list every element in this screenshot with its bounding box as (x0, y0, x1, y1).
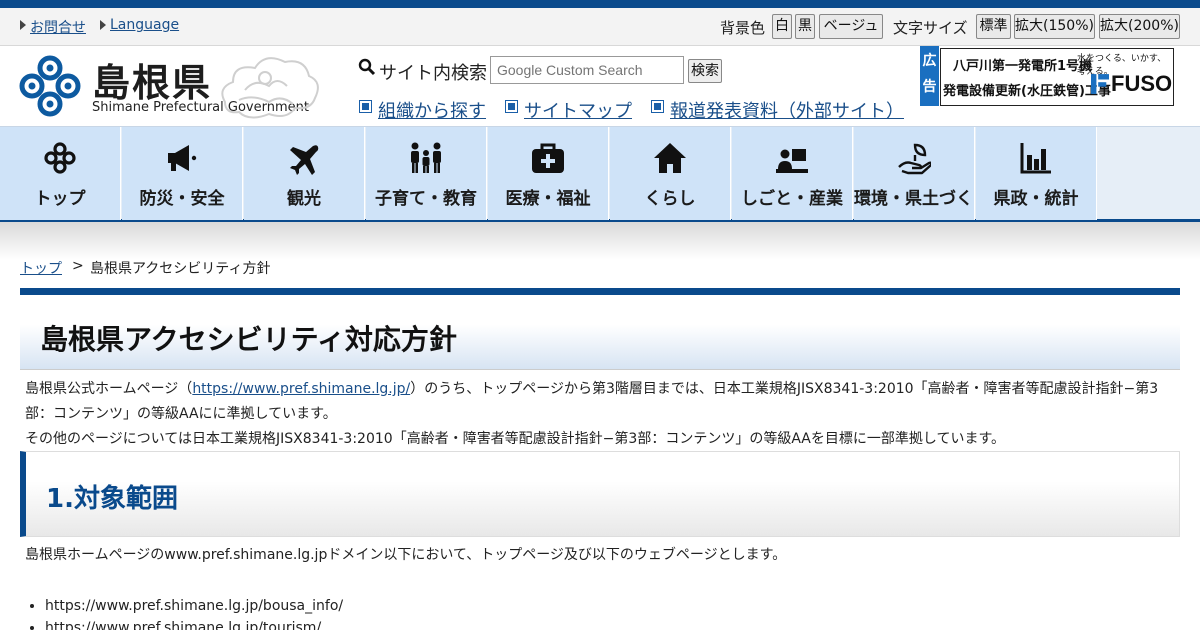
ad-tag-text: 広告 (922, 53, 937, 95)
list-item: https://www.pref.shimane.lg.jp/tourism/ (45, 617, 1145, 630)
font-200-button[interactable]: 拡大(200%) (1099, 14, 1180, 39)
site-logo-title[interactable]: 島根県 (92, 52, 212, 107)
language-link[interactable]: Language (100, 17, 179, 33)
bg-black-button[interactable]: 黒 (795, 14, 815, 39)
bg-beige-button[interactable]: ベージュ (819, 14, 883, 39)
ad-tag: 広告 (920, 46, 939, 106)
organization-search-link[interactable]: 組織から探す (359, 97, 486, 123)
family-icon (411, 142, 441, 173)
megaphone-icon (168, 145, 197, 171)
nav-item-childcare[interactable]: 子育て・教育 (366, 127, 487, 220)
breadcrumb-top-link[interactable]: トップ (20, 258, 62, 278)
nav-label: 観光 (287, 189, 321, 209)
bar-chart-icon (1020, 143, 1051, 174)
font-150-button[interactable]: 拡大(150%) (1014, 14, 1095, 39)
font-standard-button[interactable]: 標準 (976, 14, 1011, 39)
fuso-logo-icon (1091, 74, 1109, 94)
search-icon (358, 58, 376, 76)
background-color-label: 背景色 (720, 19, 766, 37)
nav-item-medical[interactable]: 医療・福祉 (488, 127, 609, 220)
ad-line2: 発電設備更新(水圧鉄管)工事 (943, 84, 1111, 99)
nav-label: 環境・県土づくり (854, 189, 990, 209)
scope-paragraph: 島根県ホームページのwww.pref.shimane.lg.jpドメイン以下にお… (25, 547, 787, 563)
font-size-label: 文字サイズ (893, 19, 968, 37)
scope-url-list: https://www.pref.shimane.lg.jp/bousa_inf… (45, 595, 1145, 630)
nav-label: トップ (34, 189, 86, 209)
homepage-url-link[interactable]: https://www.pref.shimane.lg.jp/ (192, 381, 410, 397)
intro-paragraph: 島根県公式ホームページ（https://www.pref.shimane.lg.… (25, 377, 1180, 427)
medical-bag-icon (532, 143, 564, 173)
hand-leaf-icon (898, 143, 931, 175)
press-release-link[interactable]: 報道発表資料（外部サイト） (651, 97, 904, 123)
section-heading-scope: 1.対象範囲 (46, 484, 178, 514)
header-shadow-band (0, 222, 1200, 260)
global-navigation: トップ 防災・安全 観光 子育て・教育 医療・福祉 くらし しごと・産業 環境・… (0, 126, 1200, 222)
house-icon (654, 143, 686, 173)
contact-link[interactable]: お問合せ (20, 17, 86, 37)
airplane-icon (290, 145, 319, 175)
site-search-input[interactable] (490, 56, 684, 84)
site-header: 島根県 Shimane Prefectural Government サイト内検… (0, 46, 1200, 126)
utility-bar: お問合せ Language 背景色 白 黒 ベージュ 文字サイズ 標準 拡大(1… (0, 8, 1200, 46)
prefecture-emblem-icon[interactable] (18, 54, 82, 118)
nav-label: 子育て・教育 (375, 189, 477, 209)
ad-banner[interactable]: 八戸川第一発電所1号機 水をつくる、いかす、考える。 発電設備更新(水圧鉄管)工… (940, 48, 1174, 106)
ad-line1: 八戸川第一発電所1号機 (953, 59, 1093, 74)
list-item: https://www.pref.shimane.lg.jp/bousa_inf… (45, 595, 1145, 617)
ad-brand: FUSO (1111, 71, 1173, 96)
nav-label: 防災・安全 (139, 189, 225, 209)
breadcrumb-current: 島根県アクセシビリティ方針 (90, 261, 271, 277)
nav-label: 県政・統計 (993, 189, 1079, 209)
nav-item-environment[interactable]: 環境・県土づくり (854, 127, 990, 220)
section-heading-box: 1.対象範囲 (20, 451, 1180, 537)
nav-item-prefecture-stats[interactable]: 県政・統計 (976, 127, 1097, 220)
nav-label: くらし (644, 189, 696, 209)
nav-item-disaster[interactable]: 防災・安全 (122, 127, 243, 220)
sitemap-link[interactable]: サイトマップ (505, 97, 632, 123)
nav-label: 医療・福祉 (505, 189, 591, 209)
nav-label: しごと・産業 (741, 189, 843, 209)
search-button[interactable]: 検索 (688, 59, 722, 83)
page-title-box: 島根県アクセシビリティ対応方針 (20, 288, 1180, 370)
nav-item-tourism[interactable]: 観光 (244, 127, 365, 220)
top-accent-bar (0, 0, 1200, 8)
site-search-label: サイト内検索 (379, 63, 487, 84)
nav-item-work[interactable]: しごと・産業 (732, 127, 853, 220)
cloud-decoration-icon (221, 57, 319, 119)
bg-white-button[interactable]: 白 (772, 14, 792, 39)
secondary-paragraph: その他のページについては日本工業規格JISX8341-3:2010「高齢者・障害… (25, 431, 1006, 447)
breadcrumb-separator: > (72, 258, 84, 274)
page-title: 島根県アクセシビリティ対応方針 (40, 323, 457, 356)
intro-text-before: 島根県公式ホームページ（ (25, 381, 193, 397)
nav-item-living[interactable]: くらし (610, 127, 731, 220)
worker-icon (776, 149, 808, 173)
top-icon (44, 142, 76, 174)
nav-item-top[interactable]: トップ (0, 127, 121, 220)
